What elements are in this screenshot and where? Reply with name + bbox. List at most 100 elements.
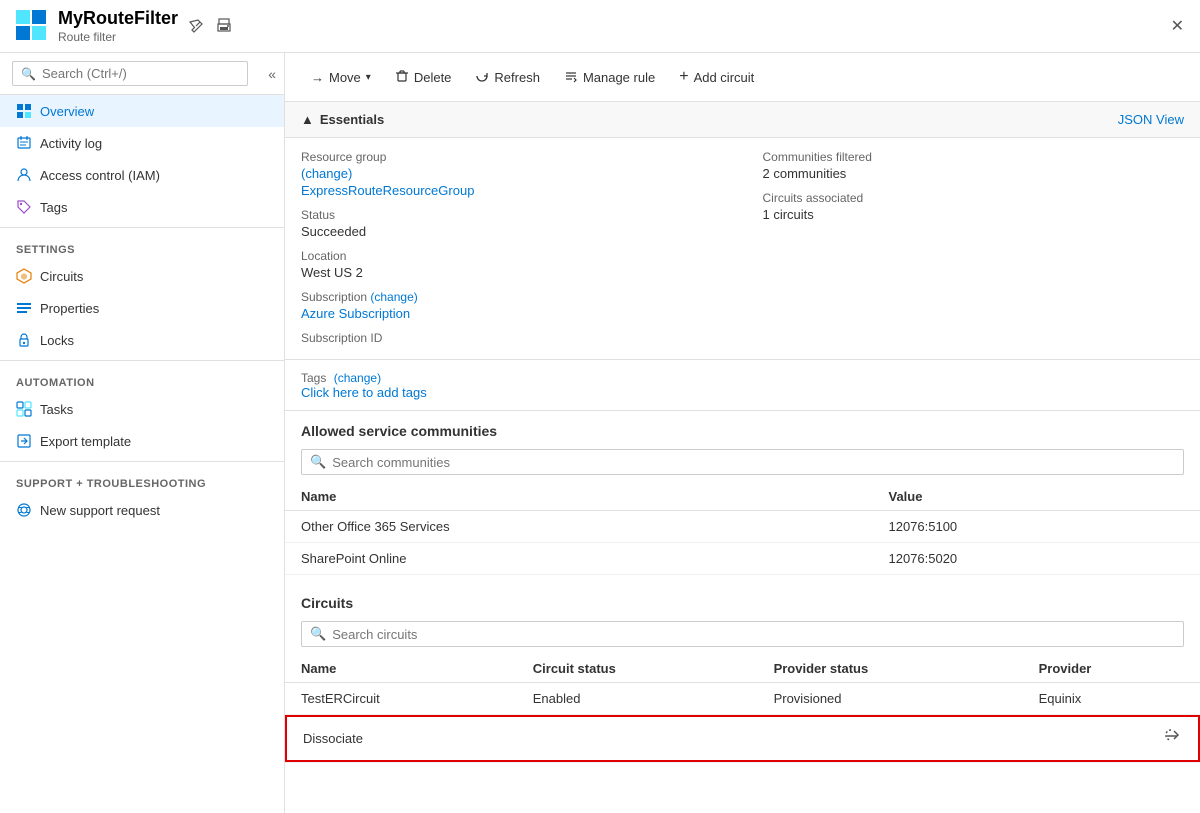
add-circuit-icon: + [679,68,688,86]
dissociate-button[interactable]: Dissociate [285,715,1200,762]
communities-search-input[interactable] [332,455,1175,470]
sidebar-item-tasks-label: Tasks [40,402,73,417]
dissociate-label: Dissociate [303,731,363,746]
sidebar-item-locks-label: Locks [40,333,74,348]
tags-change-link[interactable]: (change) [334,371,381,385]
circuit-name-0: TestERCircuit [285,683,517,715]
circuits-table: Name Circuit status Provider status Prov… [285,655,1200,763]
sidebar-item-iam[interactable]: Access control (IAM) [0,159,284,191]
tags-icon [16,199,32,215]
communities-col-name: Name [285,483,872,511]
title-text: MyRouteFilter Route filter [58,8,178,44]
collapse-sidebar-button[interactable]: « [260,62,284,86]
circuit-provider-0: Equinix [1023,683,1200,715]
sidebar-item-properties[interactable]: Properties [0,292,284,324]
app-title: MyRouteFilter [58,8,178,29]
essentials-title: Essentials [320,112,384,127]
export-icon [16,433,32,449]
app-icon [16,10,48,42]
add-circuit-button[interactable]: + Add circuit [669,63,764,91]
sidebar-search-box[interactable]: 🔍 [12,61,248,86]
tags-add-link[interactable]: Click here to add tags [301,385,427,400]
communities-search-bar[interactable]: 🔍 [301,449,1184,475]
table-row: TestERCircuit Enabled Provisioned Equini… [285,683,1200,715]
support-icon [16,502,32,518]
sidebar-item-locks[interactable]: Locks [0,324,284,356]
content-area: → Move ▾ Delete [285,53,1200,813]
subscription-change-link[interactable]: (change) [370,290,417,304]
manage-rule-button[interactable]: Manage rule [554,64,665,91]
sidebar-search-row: 🔍 « [0,53,284,95]
tags-label-text: Tags [301,371,326,385]
sidebar-item-iam-label: Access control (IAM) [40,168,160,183]
dissociate-link-icon [1164,727,1182,750]
title-bar: MyRouteFilter Route filter ✕ [0,0,1200,53]
search-input[interactable] [42,66,239,81]
circuit-provider-status-0: Provisioned [758,683,1023,715]
circuits-section-header: Circuits [285,583,1200,617]
subscription-item: Subscription (change) Azure Subscription [301,290,723,321]
community-name-0: Other Office 365 Services [285,511,872,543]
tasks-icon [16,401,32,417]
sidebar-item-circuits-label: Circuits [40,269,83,284]
status-value: Succeeded [301,224,723,239]
subscription-value-link[interactable]: Azure Subscription [301,306,723,321]
sidebar: 🔍 « Overview [0,53,285,813]
communities-filtered-value: 2 communities [763,166,1185,181]
move-button[interactable]: → Move ▾ [301,65,381,90]
community-value-1: 12076:5020 [872,543,1200,575]
activity-log-icon [16,135,32,151]
subscription-id-label: Subscription ID [301,331,723,345]
essentials-collapse-icon[interactable]: ▲ [301,112,314,127]
toolbar: → Move ▾ Delete [285,53,1200,102]
resource-group-change-link[interactable]: (change) [301,166,352,181]
dissociate-row: Dissociate [285,715,1200,763]
refresh-button[interactable]: Refresh [465,64,550,91]
table-row: Other Office 365 Services 12076:5100 [285,511,1200,543]
circuits-search-bar[interactable]: 🔍 [301,621,1184,647]
location-label: Location [301,249,723,263]
sidebar-item-support[interactable]: New support request [0,494,284,526]
delete-button[interactable]: Delete [385,64,462,91]
status-label: Status [301,208,723,222]
community-value-0: 12076:5100 [872,511,1200,543]
automation-section-label: Automation [0,365,284,393]
sidebar-item-activity-label: Activity log [40,136,102,151]
locks-icon [16,332,32,348]
circuits-associated-item: Circuits associated 1 circuits [763,191,1185,222]
delete-icon [395,69,409,86]
circuits-icon [16,268,32,284]
close-button[interactable]: ✕ [1171,16,1184,36]
subscription-id-item: Subscription ID [301,331,723,347]
sidebar-item-overview[interactable]: Overview [0,95,284,127]
sidebar-item-support-label: New support request [40,503,160,518]
json-view-link[interactable]: JSON View [1118,112,1184,127]
communities-filtered-label: Communities filtered [763,150,1185,164]
circuits-col-provider: Provider [1023,655,1200,683]
location-item: Location West US 2 [301,249,723,280]
sidebar-item-overview-label: Overview [40,104,94,119]
subscription-label: Subscription [301,290,367,304]
overview-icon [16,103,32,119]
table-row: SharePoint Online 12076:5020 [285,543,1200,575]
move-chevron-icon: ▾ [366,72,371,83]
properties-icon [16,300,32,316]
print-icon[interactable] [216,18,232,34]
tags-row: Tags (change) Click here to add tags [285,360,1200,411]
sidebar-item-activity-log[interactable]: Activity log [0,127,284,159]
resource-group-value-link[interactable]: ExpressRouteResourceGroup [301,183,723,198]
essentials-header: ▲ Essentials JSON View [285,102,1200,138]
circuit-status-0: Enabled [517,683,758,715]
circuits-col-provider-status: Provider status [758,655,1023,683]
circuits-search-input[interactable] [332,627,1175,642]
sidebar-item-export-template[interactable]: Export template [0,425,284,457]
sidebar-item-tasks[interactable]: Tasks [0,393,284,425]
sidebar-item-tags[interactable]: Tags [0,191,284,223]
search-icon: 🔍 [21,67,36,81]
pin-icon[interactable] [188,18,204,34]
sidebar-item-circuits[interactable]: Circuits [0,260,284,292]
circuits-associated-label: Circuits associated [763,191,1185,205]
circuits-search-icon: 🔍 [310,626,326,642]
communities-section-header: Allowed service communities [285,411,1200,445]
status-item: Status Succeeded [301,208,723,239]
